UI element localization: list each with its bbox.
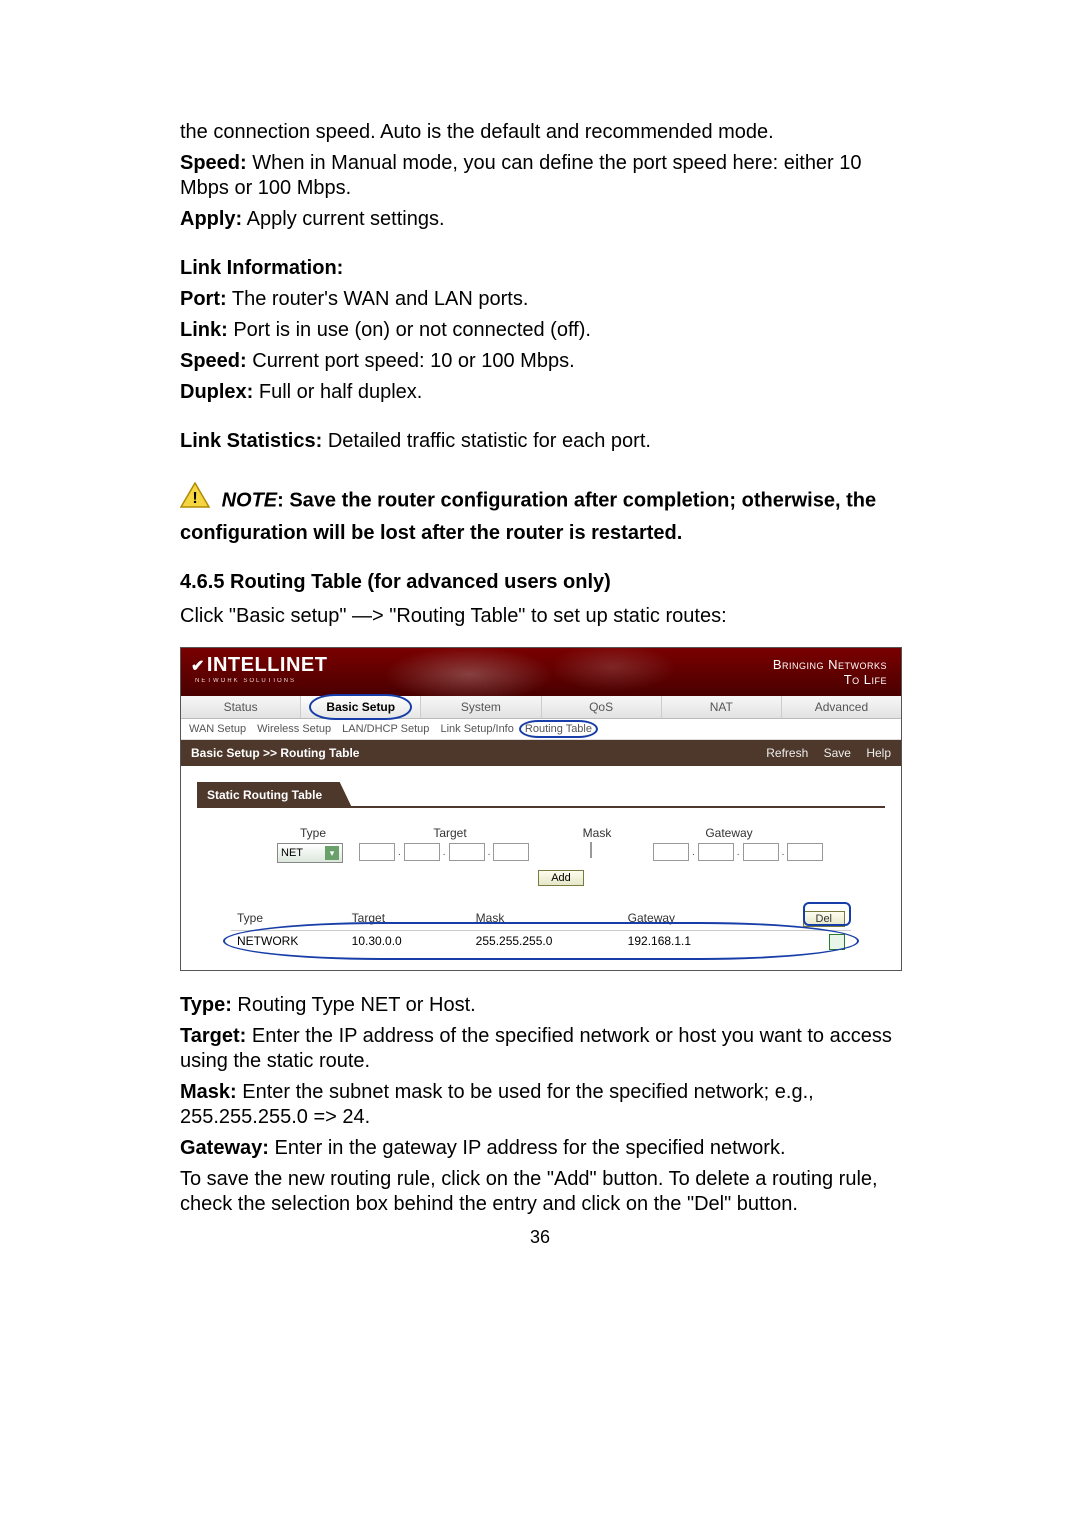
tab-basic-setup[interactable]: Basic Setup [301,696,421,718]
check-icon: ✔ [191,658,205,675]
tab-qos[interactable]: QoS [542,696,662,718]
tab-status[interactable]: Status [181,696,301,718]
add-button[interactable]: Add [538,870,584,886]
type-select[interactable]: NET ▾ [277,843,343,863]
subtab-link[interactable]: Link Setup/Info [440,723,513,735]
help-link[interactable]: Help [866,746,891,760]
table-row: NETWORK 10.30.0.0 255.255.255.0 192.168.… [231,930,851,956]
intro-apply: Apply: Apply current settings. [180,207,900,232]
routing-table: Type Target Mask Gateway Del NETWORK 10.… [231,908,851,956]
form-label-type: Type [283,826,343,840]
td-target: 10.30.0.0 [346,931,470,956]
breadcrumb-bar: Basic Setup >> Routing Table Refresh Sav… [181,740,901,766]
link-stats: Link Statistics: Detailed traffic statis… [180,429,900,454]
main-tabs: Status Basic Setup System QoS NAT Advanc… [181,696,901,719]
save-link[interactable]: Save [824,746,851,760]
target-ip-input[interactable]: ... [359,843,529,861]
form-label-target: Target [365,826,535,840]
th-type: Type [231,908,346,930]
page-number: 36 [180,1227,900,1248]
note-block: ! NOTE: Save the router configuration af… [180,482,900,547]
link-info-title: Link Information: [180,256,900,281]
th-target[interactable]: Target [346,908,470,930]
defs-footer: To save the new routing rule, click on t… [180,1167,900,1217]
section-465-instr: Click "Basic setup" —> "Routing Table" t… [180,604,900,629]
brand-tagline: Bringing Networks To Life [773,658,887,688]
th-gateway: Gateway [622,908,765,930]
subtab-landhcp[interactable]: LAN/DHCP Setup [342,723,429,735]
form-label-gateway: Gateway [659,826,799,840]
intro-line1: the connection speed. Auto is the defaul… [180,120,900,145]
form-label-mask: Mask [557,826,637,840]
refresh-link[interactable]: Refresh [766,746,808,760]
chevron-down-icon: ▾ [325,846,339,860]
brand-logo: ✔INTELLINET [191,654,327,677]
subtab-routing-table[interactable]: Routing Table [525,723,592,735]
td-gateway: 192.168.1.1 [622,931,765,956]
warning-icon: ! [180,482,210,516]
speed-label: Speed: [180,152,247,174]
brand-subtitle: NETWORK SOLUTIONS [195,678,296,684]
td-type: NETWORK [231,931,346,956]
td-mask: 255.255.255.0 [470,931,622,956]
del-button[interactable]: Del [803,911,846,927]
subtab-wan[interactable]: WAN Setup [189,723,246,735]
sub-tabs: WAN Setup Wireless Setup LAN/DHCP Setup … [181,719,901,740]
intro-speed: Speed: When in Manual mode, you can defi… [180,151,900,201]
row-checkbox[interactable] [829,934,845,950]
router-header: ✔INTELLINET NETWORK SOLUTIONS Bringing N… [181,648,901,696]
note-label: NOTE [222,489,278,511]
panel-title: Static Routing Table [197,782,352,808]
router-ui: ✔INTELLINET NETWORK SOLUTIONS Bringing N… [180,647,902,971]
breadcrumb: Basic Setup >> Routing Table [191,746,359,760]
svg-text:!: ! [192,490,197,507]
th-mask[interactable]: Mask [470,908,622,930]
subtab-wireless[interactable]: Wireless Setup [257,723,331,735]
tab-nat[interactable]: NAT [662,696,782,718]
tab-advanced[interactable]: Advanced [782,696,901,718]
gateway-ip-input[interactable]: ... [653,843,823,861]
section-465-title: 4.6.5 Routing Table (for advanced users … [180,571,900,594]
mask-input[interactable] [590,842,592,858]
tab-system[interactable]: System [421,696,541,718]
